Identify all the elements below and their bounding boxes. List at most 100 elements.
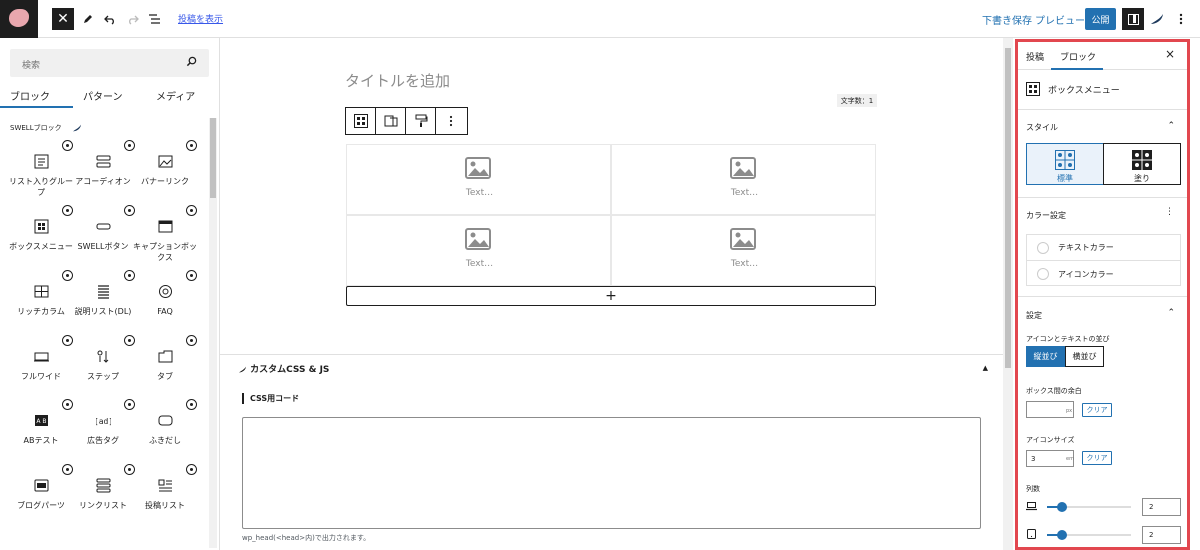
block-item[interactable]: SWELLボタン bbox=[68, 205, 138, 277]
word-count-badge: 文字数：1 bbox=[837, 94, 877, 107]
view-post-link[interactable]: 投稿を表示 bbox=[178, 12, 223, 25]
chevron-up-icon[interactable]: ⌃ bbox=[1167, 121, 1175, 131]
clear-padding-button[interactable]: クリア bbox=[1082, 403, 1112, 417]
block-item[interactable]: リンクリスト bbox=[68, 464, 138, 536]
icon-size-unit: em bbox=[1066, 456, 1074, 462]
box-menu-item[interactable]: Text… bbox=[611, 144, 876, 215]
swell-badge-icon bbox=[186, 399, 197, 410]
swell-badge-icon bbox=[124, 335, 135, 346]
color-section-header[interactable]: カラー設定 bbox=[1026, 210, 1066, 221]
block-item[interactable]: ふきだし bbox=[130, 399, 200, 471]
block-options-icon[interactable] bbox=[436, 108, 466, 134]
tab-blocks[interactable]: ブロック bbox=[10, 88, 50, 103]
block-item[interactable]: FAQ bbox=[130, 270, 200, 342]
publish-button[interactable]: 公開 bbox=[1085, 8, 1116, 30]
columns-pc-slider[interactable]: 2 bbox=[1026, 498, 1181, 516]
block-item[interactable]: A B ABテスト bbox=[6, 399, 76, 471]
preview-button[interactable]: プレビュー bbox=[1035, 12, 1085, 27]
tablet-icon bbox=[1027, 529, 1036, 539]
box-menu-block-icon bbox=[1026, 82, 1040, 96]
block-item[interactable]: ボックスメニュー bbox=[6, 205, 76, 277]
style-option-filled[interactable]: 塗り bbox=[1103, 143, 1181, 185]
icon-color-option[interactable]: アイコンカラー bbox=[1027, 261, 1180, 287]
settings-sidebar-toggle-icon[interactable] bbox=[1122, 8, 1144, 30]
image-placeholder-icon bbox=[730, 228, 756, 250]
box-menu-item[interactable]: Text… bbox=[611, 215, 876, 286]
box-menu-grid[interactable]: Text… Text… Text… Text… bbox=[346, 144, 876, 286]
swell-badge-icon bbox=[124, 205, 135, 216]
swell-badge-icon bbox=[62, 270, 73, 281]
block-item[interactable]: 説明リスト(DL) bbox=[68, 270, 138, 342]
block-inserter-panel: 検索 ブロック パターン メディア SWELLブロック リスト入りグループ アコー… bbox=[0, 38, 220, 550]
color-swatch-icon bbox=[1037, 241, 1049, 254]
layout-horizontal-button[interactable]: 横並び bbox=[1065, 346, 1104, 367]
columns-sp-input[interactable]: 2 bbox=[1142, 526, 1181, 544]
layout-vertical-button[interactable]: 縦並び bbox=[1026, 346, 1065, 367]
box-menu-item[interactable]: Text… bbox=[346, 215, 611, 286]
paint-roller-icon[interactable] bbox=[406, 108, 436, 134]
chevron-up-icon[interactable]: ⌃ bbox=[1167, 308, 1175, 318]
slider-handle[interactable] bbox=[1057, 502, 1067, 512]
editor-scrollbar[interactable] bbox=[1003, 38, 1013, 550]
settings-section-header[interactable]: 設定 bbox=[1026, 310, 1042, 321]
svg-text:[ad]: [ad] bbox=[96, 417, 111, 426]
accordion-icon bbox=[96, 155, 111, 168]
undo-icon[interactable] bbox=[104, 7, 117, 31]
block-item-label: キャプションボックス bbox=[133, 242, 197, 262]
tab-icon bbox=[158, 350, 173, 363]
banner-link-icon bbox=[158, 155, 173, 168]
save-draft-button[interactable]: 下書き保存 bbox=[982, 12, 1032, 27]
block-item[interactable]: キャプションボックス bbox=[130, 205, 200, 277]
link-list-icon bbox=[96, 478, 111, 493]
style-option-standard[interactable]: 標準 bbox=[1026, 143, 1104, 185]
pencil-tool-icon[interactable] bbox=[82, 7, 94, 31]
box-menu-item-text: Text… bbox=[730, 259, 759, 269]
columns-pc-input[interactable]: 2 bbox=[1142, 498, 1181, 516]
block-item[interactable]: ブログパーツ bbox=[6, 464, 76, 536]
block-item[interactable]: [ad] 広告タグ bbox=[68, 399, 138, 471]
close-inserter-button[interactable]: ✕ bbox=[52, 8, 74, 30]
more-options-icon[interactable]: ⋮ bbox=[1165, 207, 1174, 217]
inserter-scrollbar[interactable] bbox=[209, 118, 217, 548]
collapse-caret-icon[interactable]: ▲ bbox=[983, 364, 988, 372]
redo-icon[interactable] bbox=[126, 7, 139, 31]
tab-patterns[interactable]: パターン bbox=[83, 88, 123, 103]
close-sidebar-button[interactable]: × bbox=[1165, 47, 1175, 61]
tab-post[interactable]: 投稿 bbox=[1026, 50, 1044, 63]
style-section-header[interactable]: スタイル bbox=[1026, 122, 1058, 133]
block-item[interactable]: アコーディオン bbox=[68, 140, 138, 212]
block-item[interactable]: 投稿リスト bbox=[130, 464, 200, 536]
list-view-icon[interactable] bbox=[148, 7, 161, 31]
box-menu-item[interactable]: Text… bbox=[346, 144, 611, 215]
more-options-icon[interactable] bbox=[1176, 7, 1186, 31]
swell-badge-icon bbox=[124, 270, 135, 281]
balloon-icon bbox=[158, 415, 173, 426]
swell-blocks-label: SWELLブロック bbox=[10, 124, 62, 132]
block-item-label: リッチカラム bbox=[17, 307, 65, 316]
site-logo-icon[interactable] bbox=[0, 0, 38, 38]
block-item[interactable]: リッチカラム bbox=[6, 270, 76, 342]
icon-color-label: アイコンカラー bbox=[1058, 269, 1114, 279]
custom-css-panel-title[interactable]: カスタムCSS & JS bbox=[238, 362, 329, 375]
add-item-button[interactable]: + bbox=[346, 286, 876, 306]
block-item[interactable]: バナーリンク bbox=[130, 140, 200, 212]
text-color-option[interactable]: テキストカラー bbox=[1027, 235, 1180, 261]
css-code-textarea[interactable] bbox=[242, 417, 981, 529]
slider-handle[interactable] bbox=[1057, 530, 1067, 540]
swell-logo-icon[interactable] bbox=[1150, 7, 1164, 31]
box-menu-block-icon[interactable] bbox=[346, 108, 376, 134]
swell-badge-icon bbox=[124, 399, 135, 410]
post-title-input[interactable]: タイトルを追加 bbox=[345, 70, 450, 91]
clear-icon-size-button[interactable]: クリア bbox=[1082, 451, 1112, 465]
grid-outline-icon bbox=[1055, 150, 1075, 170]
block-item[interactable]: リスト入りグループ bbox=[6, 140, 76, 212]
tab-block[interactable]: ブロック bbox=[1060, 50, 1096, 63]
transform-icon[interactable] bbox=[376, 108, 406, 134]
columns-sp-slider[interactable]: 2 bbox=[1026, 526, 1181, 544]
search-input[interactable]: 検索 bbox=[10, 49, 209, 77]
meta-box-divider bbox=[220, 354, 1003, 355]
ad-tag-icon: [ad] bbox=[96, 417, 111, 426]
ab-test-icon: A B bbox=[35, 415, 48, 426]
tab-media[interactable]: メディア bbox=[156, 88, 195, 103]
swell-badge-icon bbox=[186, 464, 197, 475]
